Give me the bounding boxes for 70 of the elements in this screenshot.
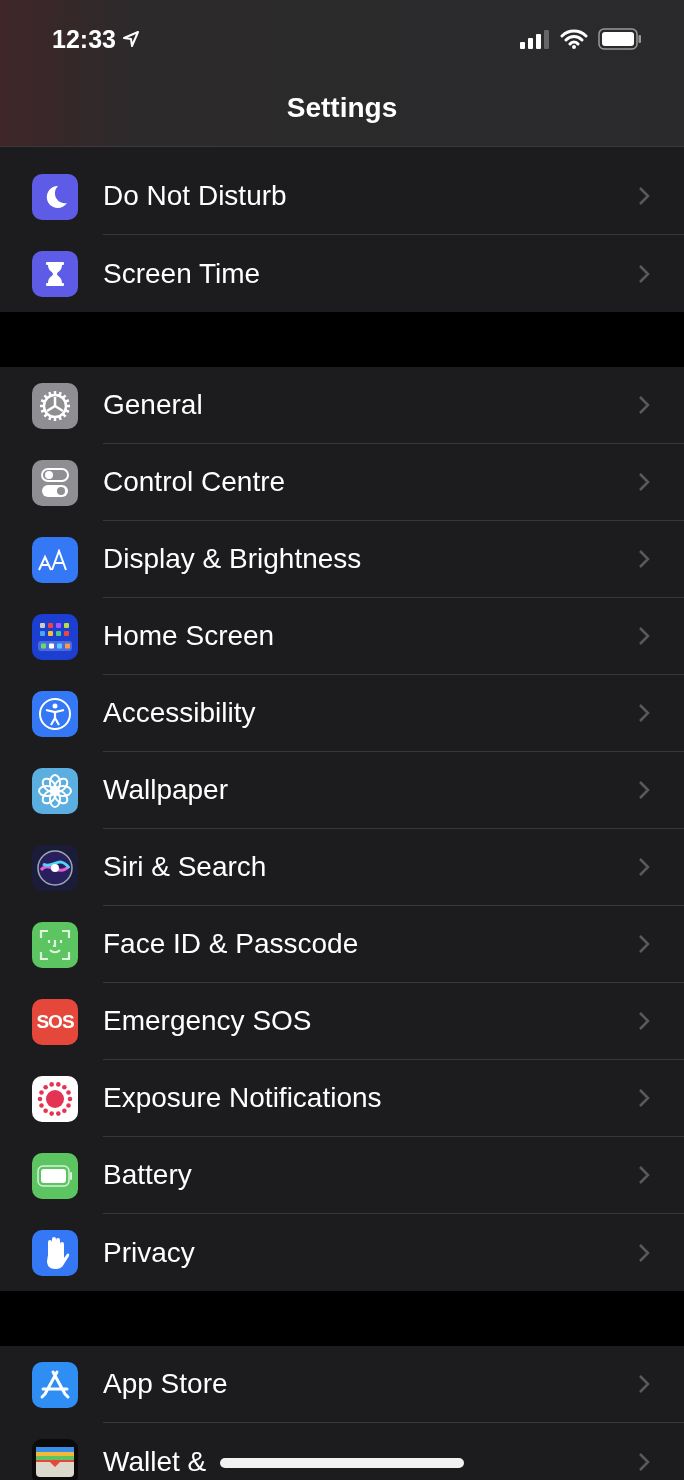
row-label: Wallet & [103,1445,207,1478]
location-arrow-icon [121,30,140,48]
chevron-icon [638,1088,650,1108]
app-grid-icon [32,613,78,660]
settings-row[interactable]: Control Centre [0,444,684,521]
icon-label: SOS [36,1010,74,1033]
hand-icon [32,1229,78,1276]
row-label: Privacy [103,1236,195,1269]
row-label: Emergency SOS [103,1005,312,1037]
row-label: App Store [103,1368,228,1400]
row-label: Screen Time [103,257,261,290]
person-icon [32,690,78,737]
chevron-icon [638,1242,650,1263]
chevron-icon [638,1165,650,1185]
settings-row[interactable]: Siri & Search [0,829,684,906]
chevron-icon [638,1011,650,1031]
settings-row[interactable]: Accessibility [0,675,684,752]
moon-icon [32,173,78,220]
chevron-icon [638,395,650,415]
row-label: Face ID & Passcode [103,928,359,960]
page-title: Settings [285,92,399,124]
row-label: Siri & Search [103,851,267,883]
settings-row[interactable]: Wallpaper [0,752,684,829]
chevron-icon [638,186,650,206]
face-icon [32,921,78,968]
chevron-icon [638,1451,650,1472]
chevron-icon [638,472,650,492]
row-label: Exposure Notifications [103,1082,382,1114]
app-store-icon [32,1361,78,1408]
row-label: Battery [103,1159,192,1191]
row-label: Display & Brightness [103,543,362,575]
home-indicator[interactable] [220,1458,464,1468]
signal-icon [520,29,550,49]
battery-status-icon [598,28,642,50]
status-time: 12:33 [52,24,116,54]
text-size-icon [32,536,78,583]
hourglass-icon [32,250,78,297]
chevron-icon [638,934,650,954]
battery-icon [32,1152,78,1199]
flower-icon [32,767,78,814]
chevron-icon [638,857,650,877]
wallet-icon [32,1438,78,1480]
settings-row[interactable]: Face ID & Passcode [0,906,684,983]
settings-row[interactable]: Exposure Notifications [0,1060,684,1137]
toggles-icon [32,459,78,506]
chevron-icon [638,626,650,646]
settings-row[interactable]: General [0,367,684,444]
settings-row[interactable]: Do Not Disturb [0,158,684,235]
gear-icon [32,382,78,429]
settings-row[interactable]: Privacy [0,1214,684,1291]
chevron-icon [638,549,650,569]
settings-row[interactable]: App Store [0,1346,684,1423]
row-label: Control Centre [103,466,286,498]
chevron-icon [638,1374,650,1394]
settings-row[interactable]: Screen Time [0,235,684,312]
row-label: Wallpaper [103,774,228,806]
chevron-icon [638,263,650,284]
row-label: Do Not Disturb [103,180,287,212]
row-label: General [103,389,203,421]
row-label: Home Screen [103,620,275,652]
row-label: Accessibility [103,697,256,729]
dot-ring-icon [32,1075,78,1122]
chevron-icon [638,780,650,800]
settings-row[interactable]: SOS Emergency SOS [0,983,684,1060]
settings-row[interactable]: Display & Brightness [0,521,684,598]
settings-row[interactable]: Home Screen [0,598,684,675]
wifi-icon [560,29,588,49]
settings-row[interactable]: Battery [0,1137,684,1214]
orb-icon [32,844,78,891]
chevron-icon [638,703,650,723]
